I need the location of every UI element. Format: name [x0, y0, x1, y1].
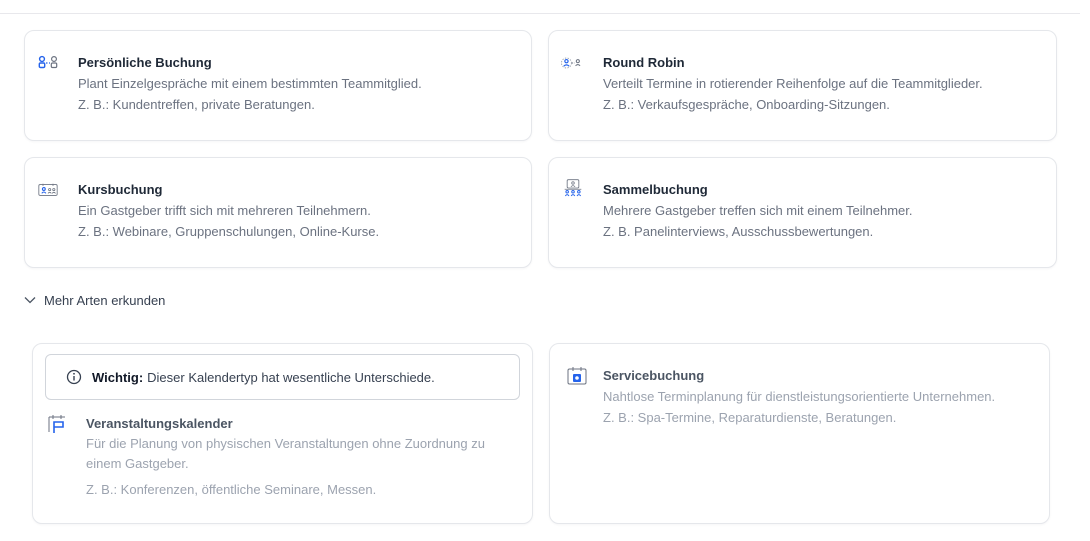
card-kursbuchung[interactable]: Kursbuchung Ein Gastgeber trifft sich mi…: [24, 157, 532, 268]
service-calendar-icon: [567, 366, 587, 386]
person-link-icon: [38, 53, 58, 73]
class-group-icon: [38, 180, 58, 200]
card-sammelbuchung[interactable]: Sammelbuchung Mehrere Gastgeber treffen …: [548, 157, 1057, 268]
card-round-robin[interactable]: Round Robin Verteilt Termine in rotieren…: [548, 30, 1057, 141]
card-title: Persönliche Buchung: [78, 55, 212, 70]
card-description: Nahtlose Terminplanung für dienstleistun…: [603, 389, 996, 404]
round-robin-icon: [561, 53, 581, 73]
notice-label: Wichtig:: [92, 369, 144, 385]
card-example: Z. B.: Konferenzen, öffentliche Seminare…: [86, 482, 377, 497]
card-description: Mehrere Gastgeber treffen sich mit einem…: [603, 203, 913, 218]
card-title: Veranstaltungskalender: [86, 416, 233, 431]
info-icon: [66, 369, 82, 385]
card-example: Z. B.: Kundentreffen, private Beratungen…: [78, 97, 315, 112]
card-example: Z. B.: Webinare, Gruppenschulungen, Onli…: [78, 224, 380, 239]
event-calendar-icon: [47, 414, 67, 434]
notice-text: Dieser Kalendertyp hat wesentliche Unter…: [147, 369, 435, 385]
card-title: Servicebuchung: [603, 368, 705, 383]
card-example: Z. B.: Spa-Termine, Reparaturdienste, Be…: [603, 410, 897, 425]
card-example: Z. B.: Verkaufsgespräche, Onboarding-Sit…: [603, 97, 890, 112]
card-example: Z. B. Panelinterviews, Ausschussbewertun…: [603, 224, 874, 239]
card-title: Sammelbuchung: [603, 182, 708, 197]
card-persoenliche-buchung[interactable]: Persönliche Buchung Plant Einzelgespräch…: [24, 30, 532, 141]
card-title: Kursbuchung: [78, 182, 163, 197]
card-description: Für die Planung von physischen Veranstal…: [86, 436, 485, 471]
important-notice: Wichtig: Dieser Kalendertyp hat wesentli…: [45, 354, 520, 400]
card-title: Round Robin: [603, 55, 685, 70]
card-servicebuchung[interactable]: Servicebuchung Nahtlose Terminplanung fü…: [549, 343, 1050, 524]
more-types-toggle[interactable]: Mehr Arten erkunden: [24, 291, 165, 309]
card-description: Plant Einzelgespräche mit einem bestimmt…: [78, 76, 422, 91]
panel-group-icon: [563, 178, 583, 198]
card-description: Verteilt Termine in rotierender Reihenfo…: [603, 76, 983, 91]
more-types-label: Mehr Arten erkunden: [44, 292, 166, 308]
chevron-down-icon: [24, 296, 36, 304]
top-divider: [0, 13, 1080, 14]
card-description: Ein Gastgeber trifft sich mit mehreren T…: [78, 203, 371, 218]
